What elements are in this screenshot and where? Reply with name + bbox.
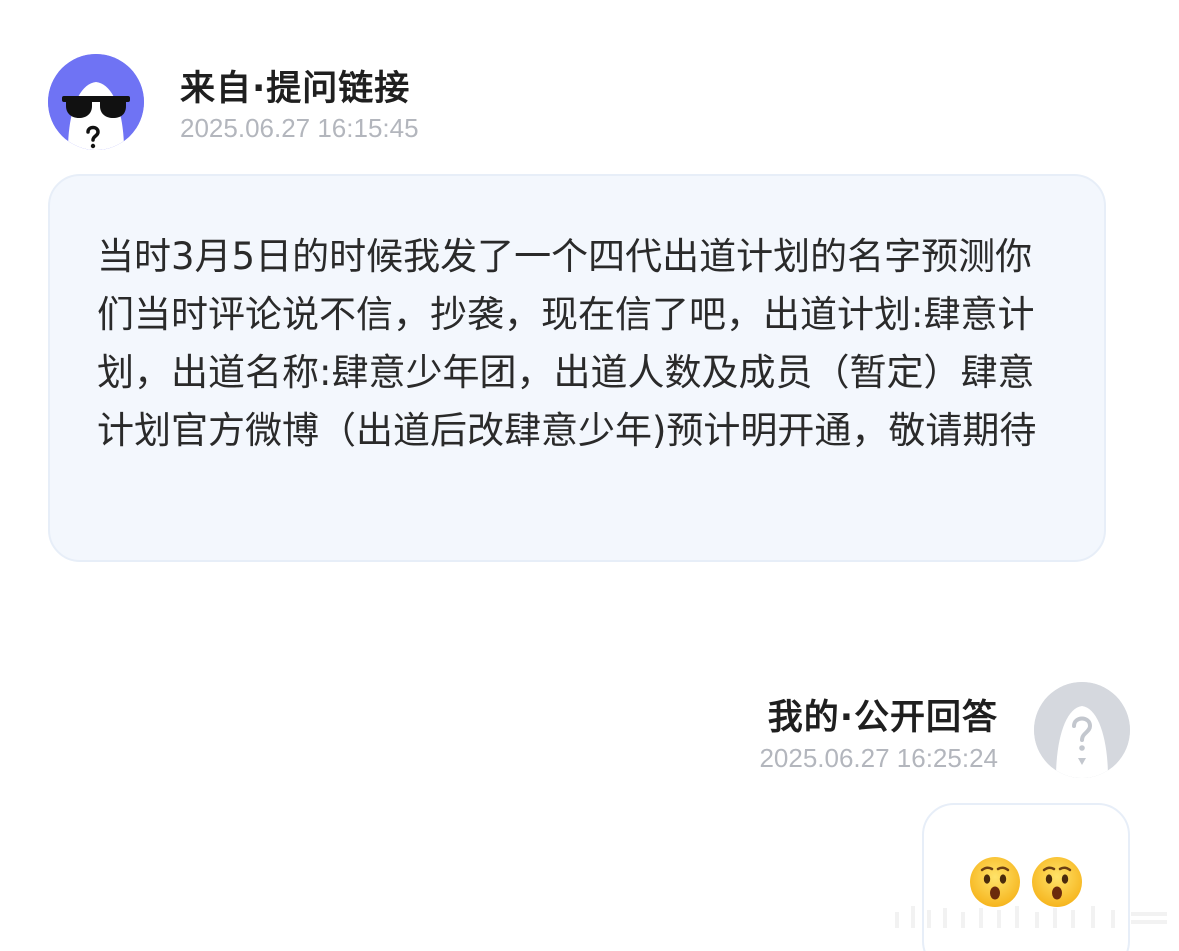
hushed-face-emoji-icon [970, 857, 1020, 907]
answer-emoji-row [968, 855, 1084, 909]
answer-sender-label: 我的·公开回答 [767, 698, 998, 738]
sunglasses-question-avatar-icon [48, 54, 144, 150]
watermark-graphic [895, 906, 1167, 928]
answer-timestamp: 2025.06.27 16:25:24 [759, 743, 998, 773]
question-text: 当时3月5日的时候我发了一个四代出道计划的名字预测你们当时评论说不信，抄袭，现在… [97, 235, 1037, 452]
question-avatar[interactable] [48, 54, 144, 150]
hushed-face-emoji-icon [1032, 857, 1082, 907]
question-timestamp: 2025.06.27 16:15:45 [180, 113, 419, 143]
qa-page: 来自·提问链接 2025.06.27 16:15:45 当时3月5日的时候我发了… [0, 0, 1179, 951]
question-sender-label: 来自·提问链接 [180, 69, 411, 109]
question-mark-avatar-icon [1034, 682, 1130, 778]
answer-avatar[interactable] [1034, 682, 1130, 778]
